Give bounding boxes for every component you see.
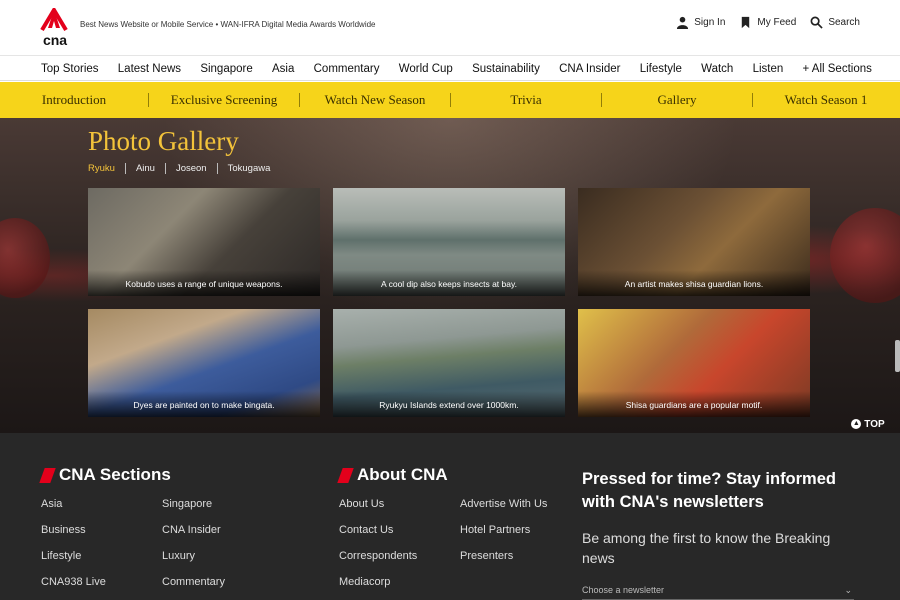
gallery-photo[interactable]: Ryukyu Islands extend over 1000km.: [333, 309, 565, 417]
nav-singapore[interactable]: Singapore: [200, 63, 252, 75]
gallery-tab-tokugawa[interactable]: Tokugawa: [216, 163, 281, 174]
footer-link-presenters[interactable]: Presenters: [460, 543, 547, 569]
footer-about-col2: Advertise With Us Hotel Partners Present…: [460, 491, 547, 569]
search-label: Search: [828, 17, 860, 28]
nav-top-stories[interactable]: Top Stories: [41, 63, 99, 75]
nav-all-sections[interactable]: + All Sections: [803, 63, 872, 75]
gallery-photo[interactable]: Shisa guardians are a popular motif.: [578, 309, 810, 417]
bookmark-icon: [742, 16, 750, 29]
gallery-photo[interactable]: Kobudo uses a range of unique weapons.: [88, 188, 320, 296]
footer-link-about-us[interactable]: About Us: [339, 491, 417, 517]
nav-sustainability[interactable]: Sustainability: [472, 63, 540, 75]
subnav-introduction[interactable]: Introduction: [0, 92, 148, 108]
footer-link-lifestyle[interactable]: Lifestyle: [41, 543, 106, 569]
newsletter-title: Pressed for time? Stay informed with CNA…: [582, 470, 836, 511]
search-icon: [810, 16, 823, 29]
photo-caption: A cool dip also keeps insects at bay.: [333, 270, 565, 296]
nav-watch[interactable]: Watch: [701, 63, 733, 75]
nav-commentary[interactable]: Commentary: [314, 63, 380, 75]
back-to-top-label: TOP: [864, 418, 885, 430]
sign-in-button[interactable]: Sign In: [676, 16, 725, 29]
photo-caption: An artist makes shisa guardian lions.: [578, 270, 810, 296]
footer-link-cna-insider[interactable]: CNA Insider: [162, 517, 225, 543]
chevron-down-icon: ⌄: [844, 585, 852, 595]
user-icon: [677, 16, 689, 29]
footer-link-hotel-partners[interactable]: Hotel Partners: [460, 517, 547, 543]
nav-lifestyle[interactable]: Lifestyle: [640, 63, 682, 75]
gallery-tabs: Ryuku Ainu Joseon Tokugawa: [88, 163, 280, 174]
photo-gallery-section: Photo Gallery Ryuku Ainu Joseon Tokugawa…: [0, 118, 900, 433]
page-scrollbar[interactable]: [895, 340, 900, 372]
photo-caption: Ryukyu Islands extend over 1000km.: [333, 391, 565, 417]
nav-asia[interactable]: Asia: [272, 63, 294, 75]
nav-latest-news[interactable]: Latest News: [118, 63, 181, 75]
newsletter-select-value: Choose a newsletter: [582, 585, 665, 595]
newsletter-subtitle: Be among the first to know the Breaking …: [582, 530, 831, 566]
footer-link-luxury[interactable]: Luxury: [162, 543, 225, 569]
footer-link-singapore[interactable]: Singapore: [162, 491, 225, 517]
photo-caption: Shisa guardians are a popular motif.: [578, 391, 810, 417]
header-actions: Sign In My Feed Search: [676, 16, 860, 29]
footer-sections-col1: Asia Business Lifestyle CNA938 Live: [41, 491, 106, 595]
background-lantern: [830, 208, 900, 303]
award-tagline: Best News Website or Mobile Service • WA…: [80, 20, 376, 29]
site-header: cna Best News Website or Mobile Service …: [0, 0, 900, 56]
svg-text:cna: cna: [43, 32, 67, 48]
cna-logo[interactable]: cna: [38, 8, 72, 48]
site-footer: CNA Sections Asia Business Lifestyle CNA…: [0, 433, 900, 600]
photo-caption: Kobudo uses a range of unique weapons.: [88, 270, 320, 296]
newsletter-select[interactable]: Choose a newsletter ⌄: [582, 585, 854, 600]
gallery-photo[interactable]: An artist makes shisa guardian lions.: [578, 188, 810, 296]
program-subnav: Introduction Exclusive Screening Watch N…: [0, 82, 900, 118]
cna-slash-icon: [39, 467, 56, 483]
footer-link-cna938-live[interactable]: CNA938 Live: [41, 569, 106, 595]
subnav-trivia[interactable]: Trivia: [451, 92, 601, 108]
gallery-tab-joseon[interactable]: Joseon: [164, 163, 217, 174]
nav-cna-insider[interactable]: CNA Insider: [559, 63, 620, 75]
my-feed-button[interactable]: My Feed: [739, 16, 796, 29]
main-nav: Top Stories Latest News Singapore Asia C…: [0, 56, 900, 81]
footer-sections-title: CNA Sections: [59, 465, 171, 484]
subnav-watch-season-1[interactable]: Watch Season 1: [753, 92, 899, 108]
subnav-gallery[interactable]: Gallery: [602, 92, 752, 108]
footer-link-commentary[interactable]: Commentary: [162, 569, 225, 595]
footer-link-contact-us[interactable]: Contact Us: [339, 517, 417, 543]
back-to-top-button[interactable]: ▲ TOP: [844, 414, 892, 433]
gallery-tab-ryuku[interactable]: Ryuku: [88, 163, 125, 174]
footer-link-correspondents[interactable]: Correspondents: [339, 543, 417, 569]
footer-sections-col2: Singapore CNA Insider Luxury Commentary: [162, 491, 225, 595]
nav-listen[interactable]: Listen: [753, 63, 784, 75]
nav-world-cup[interactable]: World Cup: [399, 63, 453, 75]
footer-link-advertise[interactable]: Advertise With Us: [460, 491, 547, 517]
gallery-tab-ainu[interactable]: Ainu: [124, 163, 165, 174]
background-lantern: [0, 218, 50, 298]
subnav-exclusive-screening[interactable]: Exclusive Screening: [149, 92, 299, 108]
sign-in-label: Sign In: [694, 17, 726, 28]
footer-about-col1: About Us Contact Us Correspondents Media…: [339, 491, 417, 595]
footer-sections-heading: CNA Sections: [39, 465, 171, 485]
gallery-photo[interactable]: Dyes are painted on to make bingata.: [88, 309, 320, 417]
footer-about-title: About CNA: [357, 465, 448, 484]
search-button[interactable]: Search: [810, 16, 860, 29]
my-feed-label: My Feed: [757, 17, 797, 28]
arrow-up-icon: ▲: [851, 419, 862, 429]
subnav-watch-new-season[interactable]: Watch New Season: [300, 92, 450, 108]
cna-slash-icon: [337, 467, 354, 483]
photo-caption: Dyes are painted on to make bingata.: [88, 391, 320, 417]
footer-about-heading: About CNA: [337, 465, 448, 485]
footer-link-asia[interactable]: Asia: [41, 491, 106, 517]
gallery-photo[interactable]: A cool dip also keeps insects at bay.: [333, 188, 565, 296]
footer-link-business[interactable]: Business: [41, 517, 106, 543]
footer-link-mediacorp[interactable]: Mediacorp: [339, 569, 417, 595]
gallery-title: Photo Gallery: [88, 126, 239, 156]
